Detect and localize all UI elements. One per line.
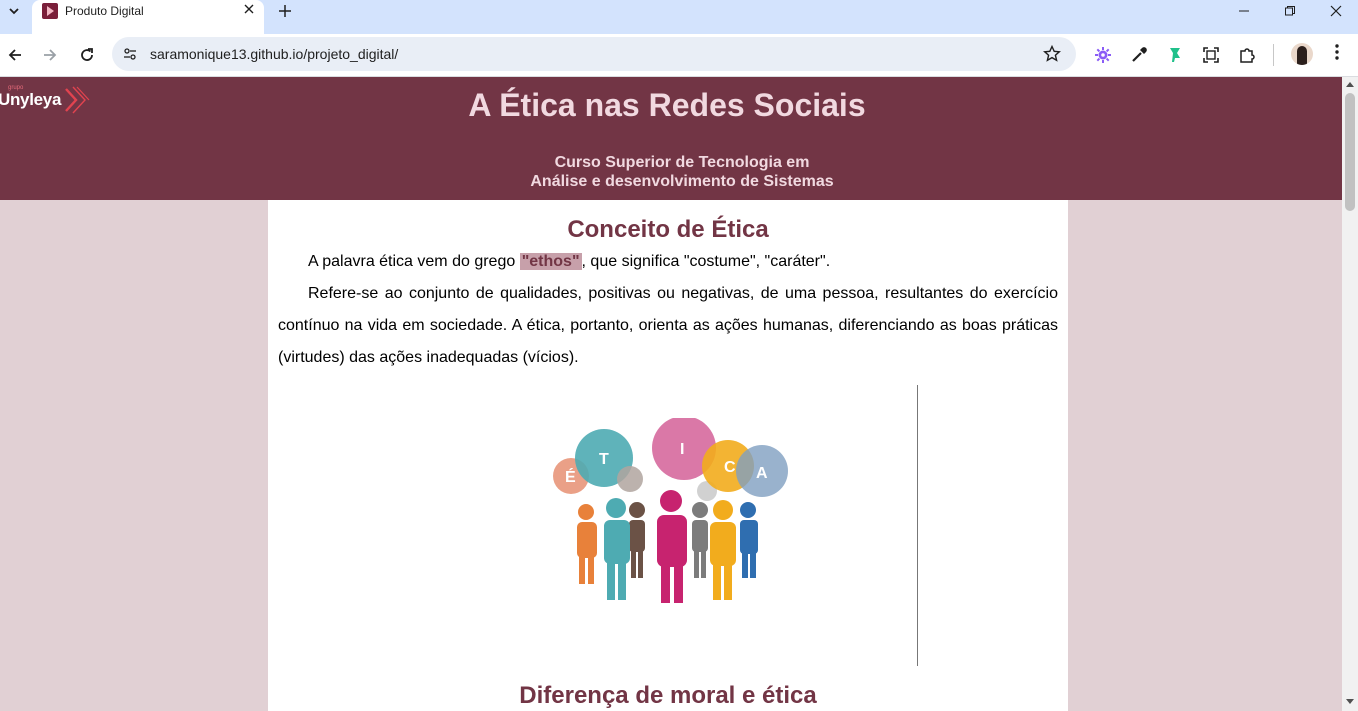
vertical-divider [917,385,918,666]
subtitle-line-1: Curso Superior de Tecnologia em [554,154,810,171]
restore-icon[interactable] [1267,0,1313,22]
tab-produto-digital[interactable]: Produto Digital [32,0,264,34]
paragraph-definition: Refere-se ao conjunto de qualidades, pos… [278,285,1058,366]
tab-list-icon[interactable] [4,1,24,21]
bubble-letter-c: C [724,459,736,476]
star-icon[interactable] [1042,44,1062,64]
scroll-up-arrow-icon[interactable] [1346,82,1354,87]
reload-icon[interactable] [74,42,100,68]
scrollbar[interactable] [1342,77,1358,711]
back-icon[interactable] [2,42,28,68]
page-viewport: grupo Unyleya A Ética nas Redes Sociais … [0,77,1342,711]
section-title-diferenca: Diferença de moral e ética [519,682,817,709]
page-title: A Ética nas Redes Sociais [468,87,866,123]
puzzle-icon[interactable] [1235,43,1259,67]
bubble-letter-t: T [599,451,609,468]
site-favicon-icon [42,3,58,19]
minimize-icon[interactable] [1221,0,1267,22]
eyedropper-icon[interactable] [1127,43,1151,67]
forward-icon[interactable] [37,42,63,68]
tab-strip: Produto Digital [0,0,1358,34]
bubble-letter-i: I [680,441,684,458]
close-window-icon[interactable] [1313,0,1358,22]
bubble-letter-e: É [565,467,576,486]
section-title-conceito: Conceito de Ética [567,216,769,243]
subtitle-line-2: Análise e desenvolvimento de Sistemas [530,173,834,190]
site-header: grupo Unyleya A Ética nas Redes Sociais … [0,77,1342,200]
address-bar[interactable]: saramonique13.github.io/projeto_digital/ [112,37,1076,71]
site-settings-icon[interactable] [122,46,138,62]
scroll-thumb[interactable] [1345,93,1355,211]
scroll-down-arrow-icon[interactable] [1346,699,1354,704]
extension-icon[interactable] [1091,43,1115,67]
plus-icon[interactable] [274,0,296,22]
paragraph-ethos: A palavra ética vem do grego "ethos", qu… [278,246,1058,278]
etica-people-illustration: É T I C A [553,418,788,603]
browser-toolbar: saramonique13.github.io/projeto_digital/ [0,34,1358,77]
toolbar-divider [1273,44,1274,66]
bubble-letter-a: A [756,465,768,482]
tab-title: Produto Digital [65,4,144,18]
ethos-highlight: "ethos" [519,253,582,270]
page-subtitle: Curso Superior de Tecnologia em Análise … [0,153,1342,191]
bookmark-leaf-icon[interactable] [1163,43,1187,67]
screenshot-icon[interactable] [1199,43,1223,67]
url-text[interactable]: saramonique13.github.io/projeto_digital/ [150,46,398,62]
more-icon[interactable] [1327,43,1347,67]
p1-text-after: , que significa "costume", "caráter". [581,253,831,270]
avatar[interactable] [1291,43,1313,65]
close-tab-icon[interactable] [240,1,258,19]
p1-text-before: A palavra ética vem do grego [308,253,520,270]
main-content: Conceito de Ética A palavra ética vem do… [268,200,1068,711]
